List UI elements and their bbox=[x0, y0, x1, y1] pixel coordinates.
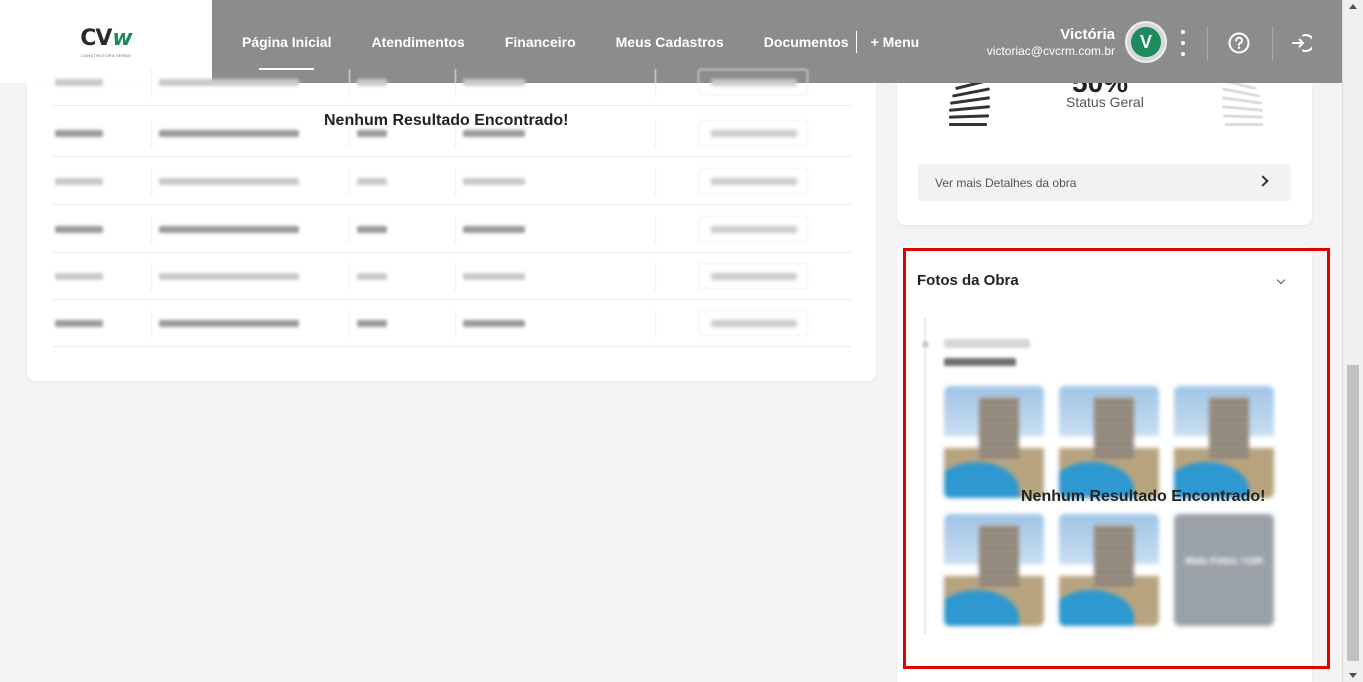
project-photo[interactable] bbox=[944, 514, 1044, 626]
status-card: 50% Status Geral Ver mais Detalhes da ob… bbox=[897, 83, 1312, 225]
nav-item-meus-cadastros[interactable]: Meus Cadastros bbox=[616, 34, 724, 50]
header-divider bbox=[1207, 26, 1208, 60]
nav-item-documentos[interactable]: Documentos bbox=[764, 34, 849, 50]
table-row bbox=[53, 300, 851, 347]
logo-mark: CV w bbox=[80, 25, 133, 51]
scrollbar-thumb[interactable] bbox=[1347, 365, 1359, 661]
status-label: Status Geral bbox=[1066, 94, 1144, 110]
more-photos-label: Mais Fotos +100 bbox=[1185, 556, 1263, 567]
more-menu-button[interactable]: + Menu bbox=[871, 34, 920, 50]
avatar-initial: V bbox=[1131, 27, 1161, 57]
user-name: Victória bbox=[1060, 26, 1115, 43]
chevron-down-icon[interactable] bbox=[1276, 275, 1286, 285]
user-info[interactable]: Victória victoriac@cvcrm.com.br bbox=[987, 26, 1115, 58]
empty-results-message: Nenhum Resultado Encontrado! bbox=[324, 112, 569, 129]
project-photo[interactable] bbox=[1174, 386, 1274, 498]
table-row bbox=[53, 206, 851, 253]
kebab-icon[interactable] bbox=[1176, 30, 1190, 56]
project-photo[interactable] bbox=[1059, 386, 1159, 498]
user-email: victoriac@cvcrm.com.br bbox=[986, 44, 1115, 58]
table-row bbox=[53, 59, 851, 106]
scrollbar[interactable] bbox=[1342, 0, 1363, 682]
project-photo[interactable] bbox=[944, 386, 1044, 498]
events-table-card: Nenhum Resultado Encontrado! bbox=[27, 69, 876, 381]
fotos-obra-card: Fotos da Obra Mais Fotos +100 Nenhum Res… bbox=[897, 246, 1312, 682]
avatar[interactable]: V bbox=[1125, 21, 1167, 63]
timeline-title bbox=[944, 339, 1030, 348]
more-photos-tile[interactable]: Mais Fotos +100 bbox=[1174, 514, 1274, 626]
header-divider bbox=[1272, 26, 1273, 60]
scroll-up-arrow[interactable] bbox=[1349, 4, 1357, 9]
project-photo[interactable] bbox=[1059, 514, 1159, 626]
timeline-dot bbox=[922, 341, 929, 348]
chevron-right-icon bbox=[1257, 175, 1269, 187]
nav-divider bbox=[855, 30, 857, 53]
help-icon[interactable] bbox=[1228, 32, 1250, 54]
nav-item-pagina-inicial[interactable]: Página Inicial bbox=[242, 34, 331, 70]
scroll-down-arrow[interactable] bbox=[1349, 673, 1357, 678]
logo-subtitle: CONSTRUTORA VERDE bbox=[80, 52, 132, 58]
timeline-line bbox=[924, 318, 926, 634]
project-details-button[interactable]: Ver mais Detalhes da obra bbox=[918, 164, 1291, 201]
nav-item-financeiro[interactable]: Financeiro bbox=[505, 34, 576, 50]
fotos-obra-title: Fotos da Obra bbox=[917, 272, 1019, 289]
empty-results-message: Nenhum Resultado Encontrado! bbox=[1021, 488, 1266, 505]
project-details-label: Ver mais Detalhes da obra bbox=[935, 176, 1077, 190]
timeline-date bbox=[944, 358, 1016, 366]
table-row bbox=[53, 253, 851, 300]
logout-icon[interactable] bbox=[1290, 32, 1312, 54]
table-row bbox=[53, 158, 851, 205]
nav-item-atendimentos[interactable]: Atendimentos bbox=[371, 34, 464, 50]
